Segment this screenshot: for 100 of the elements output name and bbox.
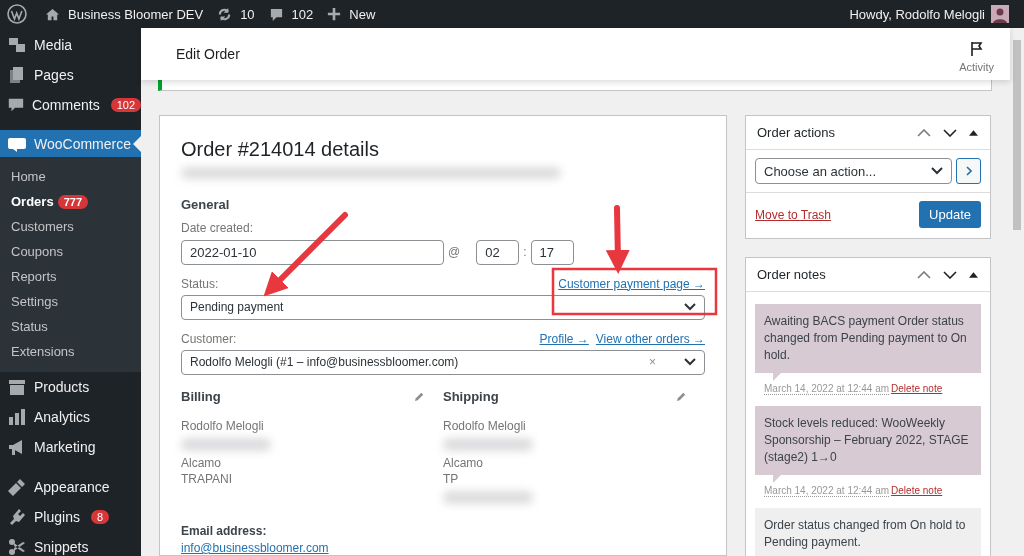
submenu-label: Coupons [11,244,64,259]
field-label: Date created: [181,220,255,235]
submenu-label: Extensions [11,344,75,359]
updates-link[interactable]: 10 [217,6,255,22]
chevron-down-icon [931,167,943,175]
status-select[interactable]: Pending payment [181,294,705,320]
at-sign: @ [448,245,461,260]
menu-item[interactable]: WooCommerce [0,130,141,157]
section-heading: Shipping [443,389,499,404]
submenu-item[interactable]: Coupons [0,239,141,264]
submenu-item[interactable]: Customers [0,214,141,239]
address-line: Rodolfo Melogli [443,418,527,434]
new-link[interactable]: New [327,6,376,22]
panel-title: Order actions [757,125,837,140]
section-heading: General [181,196,231,212]
submenu-item[interactable]: Settings [0,289,141,314]
count-badge: 8 [90,510,110,524]
minute-field[interactable]: 17 [530,239,574,265]
site-name-link[interactable]: Business Bloomer DEV [45,6,204,22]
delete-note-link[interactable]: Delete note [891,485,943,496]
collapse-icon[interactable] [969,129,978,136]
submenu-item[interactable]: Orders 777 [0,189,141,214]
annotation-arrow [605,205,630,274]
update-button[interactable]: Update [919,201,981,228]
menu-item[interactable]: Comments 102 [0,90,141,120]
submenu-label: Home [11,169,46,184]
address-line: Alcamo [443,455,484,471]
menu-item[interactable]: Appearance [0,472,141,502]
menu-label: Media [34,37,73,53]
profile-link[interactable]: Profile → [539,331,589,346]
comment-icon [268,6,284,22]
pencil-icon[interactable] [676,391,687,402]
pencil-icon[interactable] [414,391,425,402]
comments-link[interactable]: 102 [268,6,314,22]
note-text: Order status changed from On hold to Pending payment. [764,518,966,549]
submenu-label: Reports [11,269,57,284]
products-icon [7,377,27,397]
menu-label: Comments [31,97,100,113]
move-up-icon[interactable] [917,270,931,279]
move-down-icon[interactable] [943,128,957,137]
menu-item[interactable]: Plugins 8 [0,502,141,532]
address-line: TRAPANI [181,471,234,487]
plus-icon [327,7,342,21]
avatar-icon[interactable] [991,5,1009,23]
refresh-icon [217,6,233,22]
activity-button[interactable]: Activity [959,35,994,73]
snippets-icon [7,537,27,556]
analytics-icon [7,407,27,427]
note-text: Stock levels reduced: WooWeekly Sponsorship – February 2022, STAGE (stage2) 1→0 [764,416,969,464]
wordpress-logo-icon[interactable] [7,4,27,24]
count-badge: 102 [110,98,141,112]
menu-label: Products [34,379,90,395]
order-title: Order #214014 details [181,138,380,161]
menu-item[interactable]: Marketing [0,432,141,462]
page-title: Edit Order [176,46,240,62]
email-link[interactable]: info@businessbloomer.com [181,541,705,555]
submenu-item[interactable]: Status [0,314,141,339]
note-text: Awaiting BACS payment Order status changed from Pending payment to On hold. [764,314,967,362]
chevron-right-icon [965,166,972,176]
action-select[interactable]: Choose an action... [755,158,952,184]
submenu-label: Status [11,319,48,334]
note-date: March 14, 2022 at 12:44 am [764,383,890,395]
panel-title: Order notes [757,267,827,282]
media-icon [7,35,27,55]
menu-item[interactable]: Snippets [0,532,141,556]
flag-icon [968,41,985,57]
menu-label: Plugins [34,509,80,525]
delete-note-link[interactable]: Delete note [891,383,943,394]
field-label: Customer: [181,331,237,346]
collapse-icon[interactable] [969,271,978,278]
menu-item[interactable]: Analytics [0,402,141,432]
account-link[interactable]: Howdy, Rodolfo Melogli [849,6,985,22]
menu-item[interactable]: Products [0,372,141,402]
payment-page-link[interactable]: Customer payment page → [558,276,705,291]
field-label: Status: [181,276,219,291]
submenu-label: Customers [11,219,74,234]
menu-item[interactable]: Pages [0,60,141,90]
submenu-item[interactable]: Home [0,164,141,189]
menu-label: Marketing [34,439,96,455]
menu-item[interactable]: Media [0,30,141,60]
field-label: Email address: [181,524,268,538]
submenu-label: Settings [11,294,58,309]
date-field[interactable]: 2022-01-10 [181,239,444,265]
apply-button[interactable] [956,158,981,184]
time-separator: : [523,245,527,260]
note-date: March 14, 2022 at 12:44 am [764,485,890,497]
submenu-item[interactable]: Reports [0,264,141,289]
move-down-icon[interactable] [943,270,957,279]
address-line: TP [443,471,460,487]
menu-label: Snippets [34,539,89,555]
move-up-icon[interactable] [917,128,931,137]
customer-select[interactable]: Rodolfo Melogli (#1 – info@businessbloomer.com) × [181,349,705,375]
menu-label: Analytics [34,409,91,425]
hour-field[interactable]: 02 [476,239,520,265]
chevron-down-icon [684,358,696,367]
submenu-item[interactable]: Extensions [0,339,141,364]
submenu-label: Orders [11,194,54,209]
trash-link[interactable]: Move to Trash [755,207,832,222]
other-orders-link[interactable]: View other orders → [595,331,705,346]
chevron-down-icon [684,303,696,312]
